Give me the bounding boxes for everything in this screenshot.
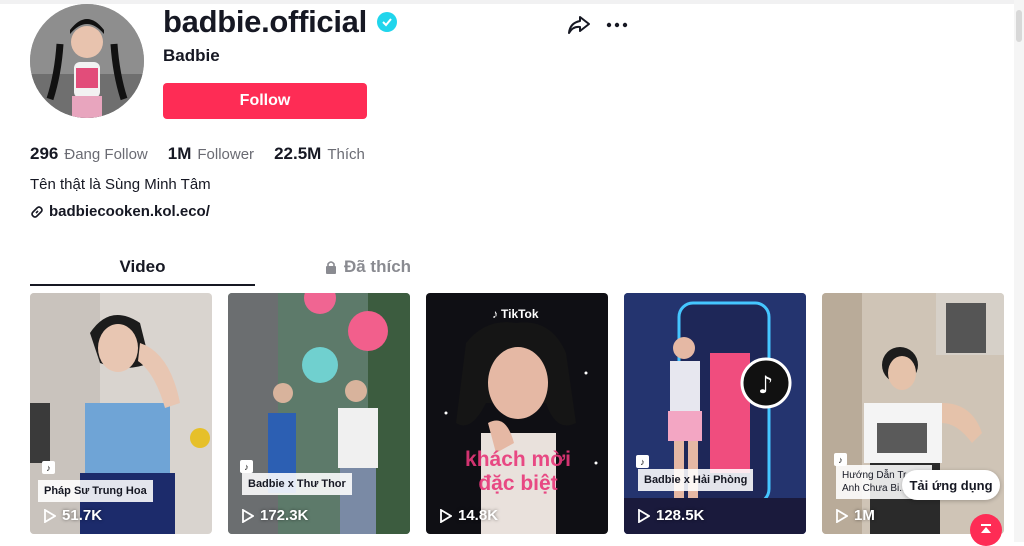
video-views: 51.7K	[44, 507, 102, 524]
stat-value: 296	[30, 144, 59, 163]
video-views: 1M	[836, 507, 875, 524]
views-count: 1M	[854, 507, 875, 524]
stat-label: Thích	[327, 146, 365, 163]
lock-icon	[325, 261, 336, 274]
more-options-icon[interactable]	[604, 12, 630, 38]
video-caption: Badbie x Hải Phòng	[638, 469, 754, 491]
profile-stats: 296 Đang Follow 1M Follower 22.5M Thích	[30, 144, 365, 164]
profile-link[interactable]: badbiecooken.kol.eco/	[30, 203, 210, 220]
video-thumbnail	[228, 293, 410, 534]
profile-username: badbie.official	[163, 4, 367, 39]
get-app-button[interactable]: Tải ứng dụng	[902, 470, 1000, 500]
video-card[interactable]: ♪ Pháp Sư Trung Hoa 51.7K	[30, 293, 212, 534]
tab-liked[interactable]: Đã thích	[255, 248, 480, 286]
video-caption: Badbie x Thư Thor	[242, 473, 352, 495]
avatar[interactable]	[30, 4, 144, 118]
views-count: 51.7K	[62, 507, 103, 524]
top-border	[0, 0, 1024, 4]
scrollbar-thumb[interactable]	[1016, 10, 1022, 42]
video-caption: Pháp Sư Trung Hoa	[38, 480, 153, 502]
tiktok-brand-text: TikTok	[501, 307, 539, 321]
profile-tabs: Video Đã thích	[30, 248, 480, 286]
video-caption: khách mời đặc biệt	[465, 448, 571, 495]
tiktok-logo-icon: ♪	[240, 460, 253, 473]
back-to-top-button[interactable]	[970, 514, 1002, 546]
video-views: 14.8K	[440, 507, 498, 524]
stat-likes: 22.5M Thích	[274, 144, 365, 164]
profile-link-text: badbiecooken.kol.eco/	[49, 203, 210, 220]
video-card[interactable]: ♪ Badbie x Thư Thor 172.3K	[228, 293, 410, 534]
tab-active-indicator	[30, 284, 255, 286]
play-icon	[638, 508, 650, 523]
tiktok-logo-icon: ♪	[492, 307, 498, 321]
profile-nickname: Badbie	[163, 46, 220, 65]
play-icon	[836, 508, 848, 523]
share-icon[interactable]	[566, 12, 592, 38]
link-icon	[31, 205, 43, 218]
video-views: 128.5K	[638, 507, 704, 524]
stat-value: 22.5M	[274, 144, 322, 163]
video-thumbnail: ♪	[624, 293, 806, 534]
scrollbar[interactable]	[1014, 0, 1024, 542]
video-card[interactable]: ♪ TikTok khách mời đặc biệt 14.8K	[426, 293, 608, 534]
tab-video[interactable]: Video	[30, 248, 255, 286]
follow-button[interactable]: Follow	[163, 83, 367, 119]
tiktok-brand: ♪ TikTok	[492, 307, 539, 321]
video-card[interactable]: ♪ ♪ Badbie x Hải Phòng 128.5K	[624, 293, 806, 534]
play-icon	[242, 508, 254, 523]
stat-label: Follower	[197, 146, 255, 163]
stat-following[interactable]: 296 Đang Follow	[30, 144, 148, 164]
play-icon	[440, 508, 452, 523]
video-grid: ♪ Pháp Sư Trung Hoa 51.7K ♪ Badbie x Thư…	[30, 293, 1004, 534]
tiktok-logo-icon: ♪	[636, 455, 649, 468]
views-count: 172.3K	[260, 507, 309, 524]
stat-followers[interactable]: 1M Follower	[168, 144, 254, 164]
profile-bio: Tên thật là Sùng Minh Tâm	[30, 176, 211, 193]
tiktok-logo-icon: ♪	[42, 461, 55, 474]
video-views: 172.3K	[242, 507, 308, 524]
play-icon	[44, 508, 56, 523]
verified-badge-icon	[376, 12, 397, 32]
svg-text:♪: ♪	[758, 371, 773, 399]
stat-label: Đang Follow	[64, 146, 148, 163]
views-count: 128.5K	[656, 507, 705, 524]
tab-liked-label: Đã thích	[343, 257, 412, 276]
views-count: 14.8K	[458, 507, 499, 524]
stat-value: 1M	[167, 144, 192, 163]
arrow-up-icon	[981, 524, 991, 533]
video-thumbnail	[426, 293, 608, 534]
